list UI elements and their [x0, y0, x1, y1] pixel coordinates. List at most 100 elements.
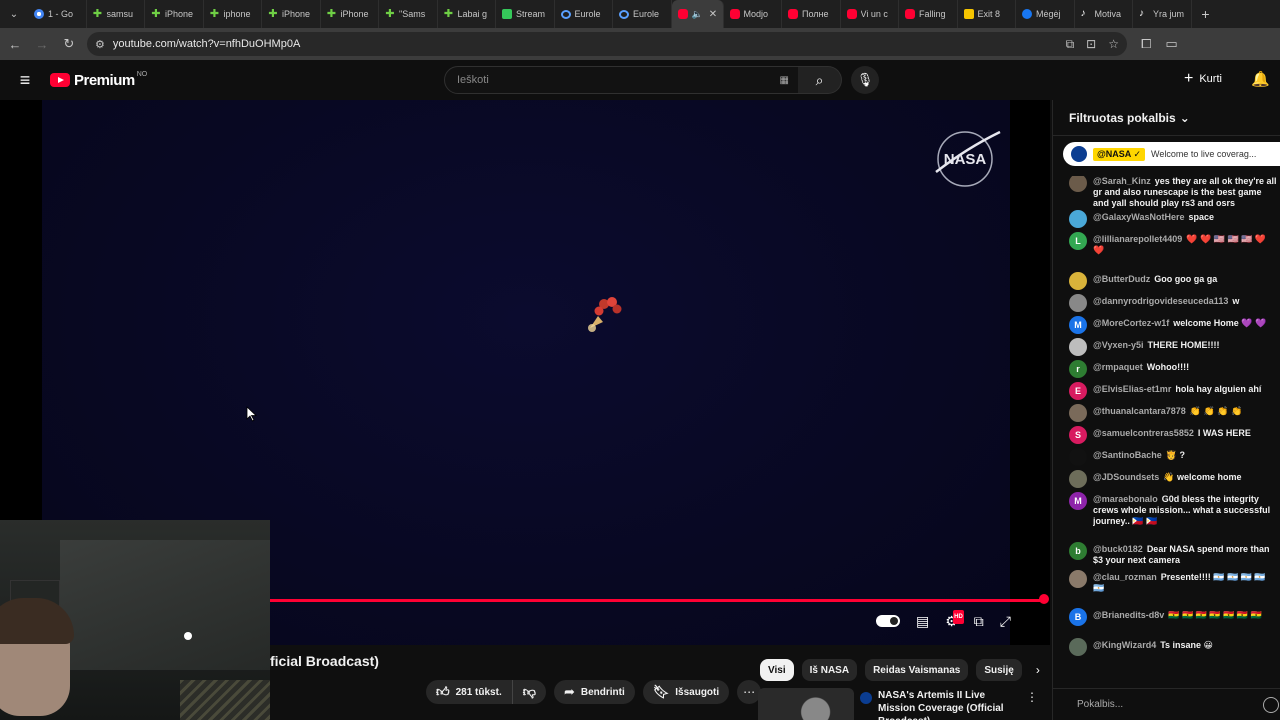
chat-message[interactable]: M @MoreCortez-w1f welcome Home 💜 💜	[1053, 316, 1280, 340]
pinned-message[interactable]: @NASA ✓ Welcome to live coverag...	[1063, 142, 1280, 166]
chat-avatar[interactable]	[1069, 176, 1087, 192]
subtitles-icon[interactable]: ▤	[916, 614, 929, 628]
browser-tab[interactable]: Modjo	[724, 0, 782, 28]
youtube-logo[interactable]: Premium NO	[50, 71, 147, 89]
chat-avatar[interactable]: E	[1069, 382, 1087, 400]
close-tab-icon[interactable]: ✕	[709, 9, 717, 20]
voice-search-button[interactable]: 🎙	[851, 66, 879, 94]
browser-tab[interactable]: ✚ iPhone	[262, 0, 321, 28]
browser-tab[interactable]: Eurole	[555, 0, 613, 28]
browser-tab[interactable]: Полне	[782, 0, 841, 28]
chat-message[interactable]: @KingWizard4 Ts insane 😀	[1053, 638, 1280, 662]
browser-tab[interactable]: ✚ iPhone	[145, 0, 204, 28]
chat-author[interactable]: @Brianedits-d8v	[1093, 610, 1164, 620]
browser-tab[interactable]: ✚ iPhone	[321, 0, 379, 28]
fullscreen-icon[interactable]: ⤢	[1000, 614, 1011, 628]
browser-tab[interactable]: Falling	[899, 0, 958, 28]
chat-author[interactable]: @maraebonalo	[1093, 494, 1158, 504]
chat-avatar[interactable]: M	[1069, 492, 1087, 510]
chat-author[interactable]: @Vyxen-y5i	[1093, 340, 1143, 350]
chat-message[interactable]: L @lillianarepollet4409 ❤️ ❤️ 🇺🇸 🇺🇸 🇺🇸 ❤️ …	[1053, 232, 1280, 274]
browser-tab[interactable]: Vi un c	[841, 0, 899, 28]
chat-message[interactable]: r @rmpaquet Wohoo!!!!	[1053, 360, 1280, 384]
dislike-button[interactable]: 👎︎	[512, 680, 546, 704]
chat-author[interactable]: @dannyrodrigovideseuceda113	[1093, 296, 1228, 306]
chat-avatar[interactable]: S	[1069, 426, 1087, 444]
side-panel-icon[interactable]: ▭	[1165, 36, 1177, 52]
more-vertical-icon[interactable]: ⋮	[1026, 690, 1038, 704]
chat-avatar[interactable]	[1069, 470, 1087, 488]
chat-avatar[interactable]	[1069, 638, 1087, 656]
chip-related[interactable]: Susiję	[976, 659, 1022, 681]
chip-all[interactable]: Visi	[760, 659, 794, 681]
chat-message[interactable]: @GalaxyWasNotHere space	[1053, 210, 1280, 234]
chat-avatar[interactable]: r	[1069, 360, 1087, 378]
chat-author[interactable]: @JDSoundsets	[1093, 472, 1159, 482]
chat-message[interactable]: M @maraebonalo G0d bless the integrity cre…	[1053, 492, 1280, 544]
keyboard-icon[interactable]: ▦	[780, 75, 789, 86]
recommended-video[interactable]: NASA's Artemis II Live Mission Coverage …	[758, 688, 1048, 720]
like-button[interactable]: 👍︎ 281 tūkst.	[426, 680, 513, 704]
chat-avatar[interactable]	[1069, 338, 1087, 356]
browser-tab[interactable]: ♪ Yra jum	[1133, 0, 1192, 28]
chat-message[interactable]: @JDSoundsets 👋 welcome home	[1053, 470, 1280, 494]
progress-bar[interactable]	[270, 599, 1046, 602]
tab-search-icon[interactable]: ⌄	[0, 0, 28, 28]
chat-message[interactable]: @dannyrodrigovideseuceda113 w	[1053, 294, 1280, 318]
settings-gear-icon[interactable]: ⚙ HD	[945, 610, 964, 628]
chat-author[interactable]: @clau_rozman	[1093, 572, 1157, 582]
chat-avatar[interactable]: B	[1069, 608, 1087, 626]
address-bar[interactable]: ⚙ youtube.com/watch?v=nfhDuOHMp0A ⧉ ⊡ ☆	[87, 32, 1127, 56]
browser-tab[interactable]: Mėgėj	[1016, 0, 1075, 28]
share-button[interactable]: ➦ Bendrinti	[553, 680, 635, 704]
chip-reid-wiseman[interactable]: Reidas Vaismanas	[865, 659, 969, 681]
chat-message[interactable]: @thuanalcantara7878 👏 👏 👏 👏	[1053, 404, 1280, 428]
save-button[interactable]: 🔖︎ Išsaugoti	[642, 680, 730, 704]
browser-tab[interactable]: ✚ Labai g	[438, 0, 496, 28]
new-tab-button[interactable]: +	[1192, 0, 1220, 28]
chat-input[interactable]: Pokalbis...	[1053, 688, 1280, 720]
chat-avatar[interactable]: b	[1069, 542, 1087, 560]
recommended-thumbnail[interactable]	[758, 688, 854, 720]
chat-message[interactable]: B @Brianedits-d8v 🇬🇭 🇬🇭 🇬🇭 🇬🇭 🇬🇭 🇬🇭 🇬🇭	[1053, 608, 1280, 640]
chat-author[interactable]: @ElvisElias-et1mr	[1093, 384, 1171, 394]
chat-author[interactable]: @thuanalcantara7878	[1093, 406, 1186, 416]
browser-tab[interactable]: Eurole	[613, 0, 672, 28]
browser-tab[interactable]: ✚ iphone	[204, 0, 262, 28]
site-info-icon[interactable]: ⚙	[95, 38, 105, 51]
extensions-icon[interactable]: ⧠	[1141, 36, 1151, 52]
forward-button[interactable]: →	[30, 32, 54, 56]
speaker-icon[interactable]: 🔈	[692, 9, 703, 20]
back-button[interactable]: ←	[3, 32, 27, 56]
install-app-icon[interactable]: ⊡	[1086, 37, 1096, 52]
chat-message[interactable]: @Vyxen-y5i THERE HOME!!!!	[1053, 338, 1280, 362]
recommended-title[interactable]: NASA's Artemis II Live Mission Coverage …	[862, 688, 1022, 720]
chat-message[interactable]: b @buck0182 Dear NASA spend more than $3 y…	[1053, 542, 1280, 572]
chat-author[interactable]: @KingWizard4	[1093, 640, 1156, 650]
browser-tab[interactable]: ♪ Motiva	[1075, 0, 1133, 28]
progress-scrubber[interactable]	[1039, 594, 1049, 604]
chat-message[interactable]: @clau_rozman Presente!!!! 🇦🇷 🇦🇷 🇦🇷 🇦🇷 🇦🇷	[1053, 570, 1280, 610]
autoplay-toggle[interactable]	[876, 615, 900, 627]
chat-author[interactable]: @buck0182	[1093, 544, 1143, 554]
chip-from-nasa[interactable]: Iš NASA	[801, 659, 858, 681]
chat-avatar[interactable]	[1069, 570, 1087, 588]
chat-avatar[interactable]	[1069, 404, 1087, 422]
chat-avatar[interactable]: L	[1069, 232, 1087, 250]
chevron-right-icon[interactable]: ›	[1036, 663, 1040, 677]
chat-message[interactable]: @Sarah_Kinz yes they are all ok they're a…	[1053, 176, 1280, 212]
create-button[interactable]: + Kurti	[1184, 70, 1222, 88]
notifications-bell-icon[interactable]: 🔔	[1251, 70, 1270, 88]
chat-avatar[interactable]	[1069, 294, 1087, 312]
chat-message[interactable]: @ButterDudz Goo goo ga ga	[1053, 272, 1280, 296]
chat-message[interactable]: E @ElvisElias-et1mr hola hay alguien ahí	[1053, 382, 1280, 406]
chat-avatar[interactable]	[1069, 272, 1087, 290]
emoji-icon[interactable]	[1263, 697, 1279, 713]
chat-author[interactable]: @Sarah_Kinz	[1093, 176, 1151, 186]
browser-tab[interactable]: ✚ "Sams	[379, 0, 438, 28]
browser-tab[interactable]: ✚ samsu	[87, 0, 145, 28]
browser-tab[interactable]: Exit 8	[958, 0, 1016, 28]
chat-author[interactable]: @GalaxyWasNotHere	[1093, 212, 1184, 222]
chat-filter-dropdown[interactable]: Filtruotas pokalbis ⌄	[1053, 100, 1280, 136]
translate-icon[interactable]: ⧉	[1066, 37, 1075, 52]
